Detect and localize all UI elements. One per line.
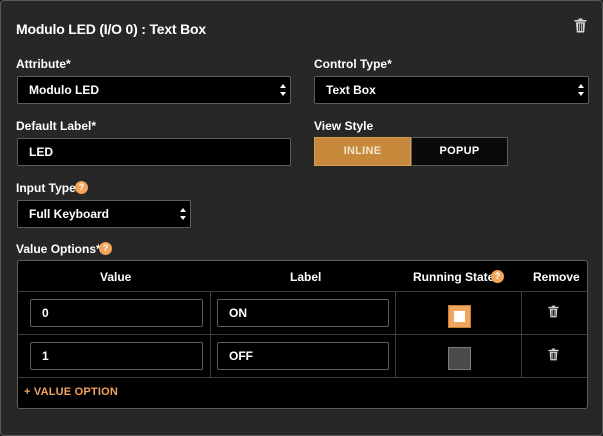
default-label-label: Default Label* [16, 119, 97, 133]
add-value-option-button[interactable]: + VALUE OPTION [24, 386, 118, 398]
running-state-checkbox-row-2[interactable] [448, 347, 471, 370]
label-input-row-2[interactable]: OFF [217, 342, 389, 370]
input-type-label: Input Type [16, 181, 76, 195]
remove-row-2-trash-icon[interactable] [548, 348, 559, 366]
input-type-select-value: Full Keyboard [29, 207, 110, 221]
running-state-help-icon[interactable]: ? [491, 270, 504, 283]
value-options-help-icon[interactable]: ? [99, 242, 112, 255]
header-divider [18, 291, 587, 292]
delete-control-trash-icon[interactable] [574, 18, 587, 38]
value-options-label: Value Options* [16, 242, 101, 256]
select-arrows-icon [578, 84, 584, 96]
select-arrows-icon [180, 208, 186, 220]
value-input-row-1[interactable]: 0 [30, 299, 203, 327]
column-header-running-state: Running State [413, 270, 495, 284]
column-header-remove: Remove [533, 270, 580, 284]
view-style-inline-button[interactable]: INLINE [314, 137, 411, 166]
column-divider [210, 291, 211, 378]
view-style-popup-button[interactable]: POPUP [411, 137, 508, 166]
column-header-value: Value [100, 270, 132, 284]
panel-title: Modulo LED (I/O 0) : Text Box [16, 21, 206, 37]
running-state-checkbox-row-1[interactable] [448, 305, 471, 328]
value-options-table: Value Label Running State ? Remove 0 ON [17, 260, 588, 409]
attribute-label: Attribute* [16, 57, 71, 71]
default-label-input[interactable]: LED [17, 138, 291, 166]
attribute-select-value: Modulo LED [29, 83, 99, 97]
control-type-select[interactable]: Text Box [314, 76, 589, 104]
control-type-label: Control Type* [314, 57, 392, 71]
value-input-row-2[interactable]: 1 [30, 342, 203, 370]
row-divider [18, 377, 587, 378]
remove-row-1-trash-icon[interactable] [548, 305, 559, 323]
row-divider [18, 334, 587, 335]
input-type-help-icon[interactable]: ? [75, 181, 88, 194]
column-divider [395, 291, 396, 378]
attribute-select[interactable]: Modulo LED [17, 76, 291, 104]
control-editor-panel: Modulo LED (I/O 0) : Text Box Attribute*… [0, 0, 603, 436]
checkbox-checked-mark [454, 311, 465, 322]
column-header-label: Label [290, 270, 322, 284]
control-type-select-value: Text Box [326, 83, 376, 97]
select-arrows-icon [280, 84, 286, 96]
view-style-label: View Style [314, 119, 374, 133]
column-divider [521, 291, 522, 378]
label-input-row-1[interactable]: ON [217, 299, 389, 327]
input-type-select[interactable]: Full Keyboard [17, 200, 191, 228]
